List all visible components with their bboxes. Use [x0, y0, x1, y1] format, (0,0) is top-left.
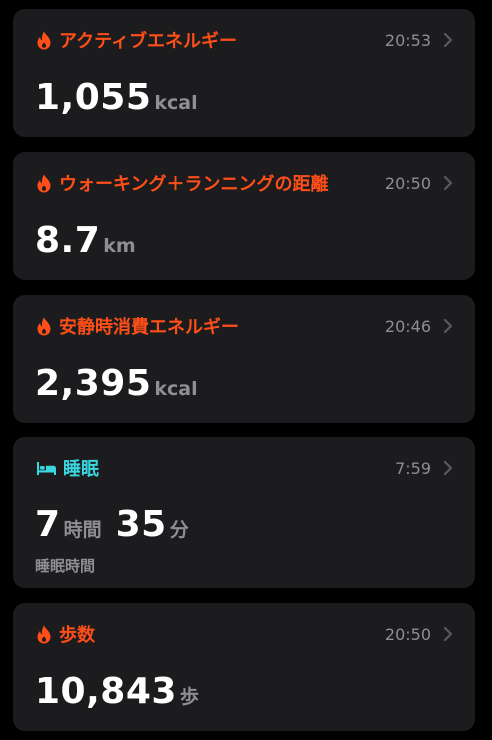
card-sleep[interactable]: 睡眠 7:59 7 時間 35 分 睡眠時間 — [13, 437, 475, 588]
card-active-energy[interactable]: アクティブエネルギー 20:53 1,055 kcal — [13, 9, 475, 137]
timestamp: 20:53 — [384, 30, 431, 50]
timestamp: 20:50 — [384, 624, 431, 644]
sleep-hours-value: 7 — [35, 504, 61, 545]
card-title: 歩数 — [59, 625, 95, 646]
flame-icon — [35, 173, 53, 193]
chevron-right-icon — [443, 626, 453, 642]
sleep-sub-label: 睡眠時間 — [35, 557, 96, 575]
timestamp: 20:46 — [384, 316, 431, 336]
metric-value: 2,395 — [35, 363, 152, 404]
card-title: 安静時消費エネルギー — [59, 317, 239, 338]
bed-icon — [35, 458, 57, 478]
card-resting-energy[interactable]: 安静時消費エネルギー 20:46 2,395 kcal — [13, 295, 475, 423]
value-row: 10,843 歩 — [35, 671, 199, 712]
value-row: 2,395 kcal — [35, 363, 198, 404]
flame-icon — [35, 624, 53, 644]
timestamp: 20:50 — [384, 173, 431, 193]
chevron-right-icon — [443, 175, 453, 191]
card-walking-running-distance[interactable]: ウォーキング＋ランニングの距離 20:50 8.7 km — [13, 152, 475, 280]
chevron-right-icon — [443, 318, 453, 334]
card-header: 睡眠 7:59 — [35, 456, 453, 480]
timestamp: 7:59 — [395, 458, 431, 478]
value-row: 1,055 kcal — [35, 77, 198, 118]
metric-unit: kcal — [154, 92, 198, 114]
sleep-hours-unit: 時間 — [63, 519, 102, 541]
sleep-minutes-value: 35 — [115, 504, 167, 545]
value-row: 7 時間 35 分 — [35, 504, 189, 545]
flame-icon — [35, 30, 53, 50]
metric-value: 1,055 — [35, 77, 152, 118]
value-row: 8.7 km — [35, 220, 136, 261]
chevron-right-icon — [443, 32, 453, 48]
card-steps[interactable]: 歩数 20:50 10,843 歩 — [13, 603, 475, 731]
metric-value: 8.7 — [35, 220, 101, 261]
metric-unit: 歩 — [179, 686, 199, 708]
flame-icon — [35, 316, 53, 336]
metric-value: 10,843 — [35, 671, 177, 712]
card-header: 安静時消費エネルギー 20:46 — [35, 314, 453, 338]
card-title: 睡眠 — [63, 459, 99, 480]
card-title: ウォーキング＋ランニングの距離 — [59, 174, 329, 195]
metric-unit: km — [103, 235, 136, 257]
card-header: アクティブエネルギー 20:53 — [35, 28, 453, 52]
sleep-minutes-unit: 分 — [169, 519, 189, 541]
card-header: 歩数 20:50 — [35, 622, 453, 646]
card-header: ウォーキング＋ランニングの距離 20:50 — [35, 171, 453, 195]
chevron-right-icon — [443, 460, 453, 476]
metric-unit: kcal — [154, 378, 198, 400]
card-title: アクティブエネルギー — [59, 31, 238, 52]
